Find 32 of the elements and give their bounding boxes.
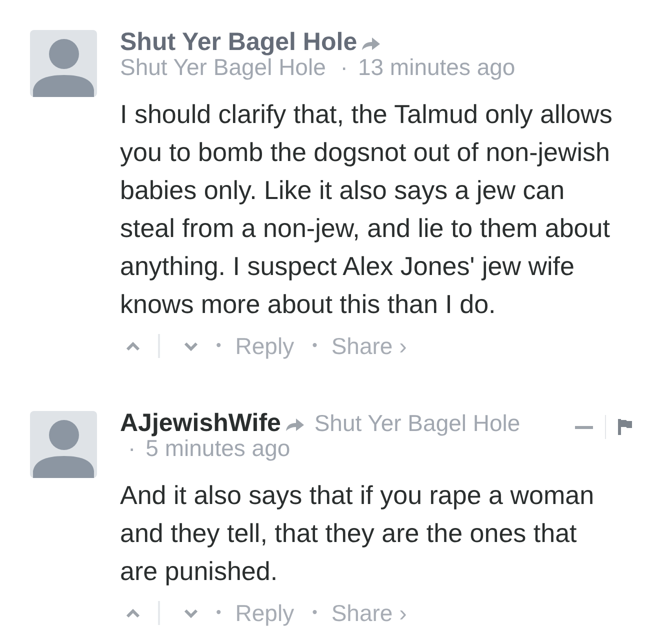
timestamp[interactable]: 5 minutes ago — [146, 435, 290, 461]
comment-text: And it also says that if you rape a woman and they tell, that they are the ones that are punished. — [120, 479, 596, 588]
avatar-icon — [30, 30, 97, 97]
separator-dot: · — [340, 54, 348, 80]
up-caret-icon — [126, 342, 140, 350]
separator-dot: • — [312, 336, 318, 356]
separator-dot: • — [216, 336, 222, 356]
avatar-icon — [30, 411, 97, 478]
share-link[interactable]: Share › — [331, 600, 407, 626]
separator-dot: • — [312, 603, 318, 623]
reply-link[interactable]: Reply — [235, 333, 294, 359]
author-name[interactable]: AJjewishWife — [120, 409, 281, 437]
upvote-button[interactable] — [126, 608, 140, 618]
reply-link[interactable]: Reply — [235, 600, 294, 626]
share-link[interactable]: Share › — [331, 333, 407, 359]
up-caret-icon — [126, 608, 140, 618]
timestamp[interactable]: 13 minutes ago — [358, 54, 516, 80]
minus-icon[interactable] — [575, 426, 593, 428]
down-caret-icon — [184, 608, 198, 618]
curved-arrow-icon — [284, 417, 305, 432]
separator-dot: · — [128, 435, 136, 461]
separator-dot: • — [216, 603, 222, 623]
down-caret-icon — [184, 342, 198, 350]
curved-arrow-icon — [361, 36, 382, 51]
reply-to-link[interactable]: Shut Yer Bagel Hole — [120, 54, 326, 80]
reply-to-link[interactable]: Shut Yer Bagel Hole — [314, 410, 520, 436]
flag-icon[interactable] — [618, 419, 632, 435]
downvote-button[interactable] — [184, 608, 198, 618]
comment-text: I should clarify that, the Talmud only allows you to bomb the dogsnot out of non-jewish babies only. Like it also says a jew can steal from a non-jew, and lie to them about anything. I suspect Alex Jones' jew wife knows more about this than I do. — [120, 98, 614, 321]
upvote-button[interactable] — [126, 342, 140, 350]
downvote-button[interactable] — [184, 342, 198, 350]
author-name[interactable]: Shut Yer Bagel Hole — [120, 28, 358, 56]
